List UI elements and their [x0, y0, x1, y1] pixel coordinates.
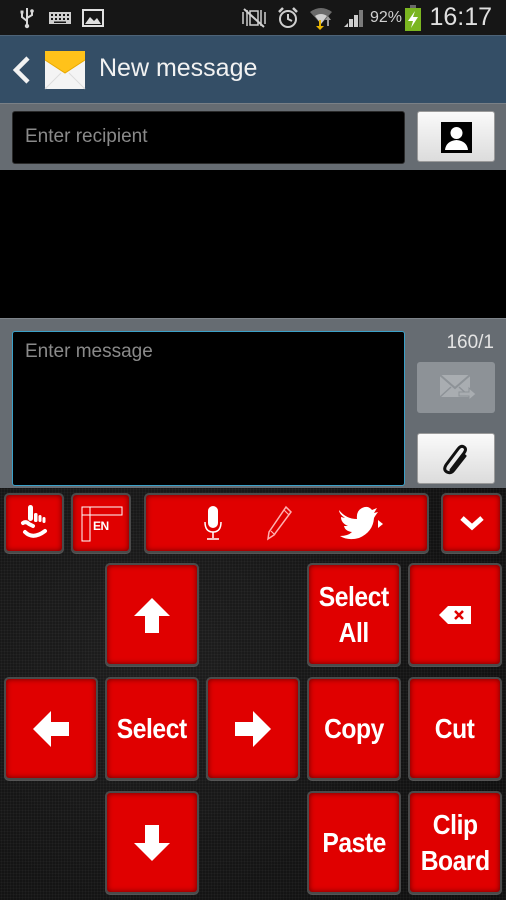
- select-all-label-line2: All: [338, 616, 370, 648]
- battery-charging-icon: [403, 0, 423, 35]
- wifi-icon: [308, 0, 334, 35]
- contact-picker-button[interactable]: [417, 111, 495, 162]
- select-key[interactable]: Select: [105, 677, 199, 780]
- copy-key[interactable]: Copy: [307, 677, 401, 780]
- arrow-left-icon: [33, 710, 69, 747]
- copy-key-label: Copy: [324, 712, 384, 744]
- keyboard-icon: [48, 0, 72, 35]
- tools-bar: [144, 493, 429, 553]
- arrow-up-key[interactable]: [105, 563, 199, 666]
- arrow-left-key[interactable]: [4, 677, 98, 780]
- clipboard-label-line2: Board: [420, 844, 490, 876]
- conversation-area: [0, 170, 506, 318]
- twitter-icon: [339, 506, 384, 540]
- twitter-key[interactable]: [336, 504, 384, 542]
- cut-key-label: Cut: [435, 712, 475, 744]
- select-all-label-line1: Select: [319, 580, 389, 612]
- gesture-key[interactable]: [4, 493, 64, 553]
- back-button[interactable]: [8, 52, 36, 88]
- svg-text:EN: EN: [93, 519, 109, 533]
- clipboard-key[interactable]: Clip Board: [408, 791, 502, 894]
- recipient-input[interactable]: Enter recipient: [12, 111, 405, 164]
- chevron-down-icon: [459, 516, 484, 531]
- gallery-icon: [81, 0, 105, 35]
- alarm-icon: [276, 0, 300, 35]
- send-message-icon: [439, 374, 477, 402]
- battery-percent: 92%: [370, 8, 403, 26]
- usb-icon: [16, 0, 38, 35]
- clock: 16:17: [429, 3, 492, 31]
- language-key[interactable]: EN: [71, 493, 131, 553]
- arrow-down-key[interactable]: [105, 791, 199, 894]
- message-input[interactable]: Enter message: [12, 331, 405, 486]
- microphone-icon: [204, 506, 222, 540]
- backspace-key[interactable]: [408, 563, 502, 666]
- select-key-label: Select: [117, 712, 187, 744]
- select-all-key[interactable]: Select All: [307, 563, 401, 666]
- hand-gesture-icon: [21, 505, 47, 538]
- backspace-icon: [439, 605, 471, 624]
- recipient-row: Enter recipient: [0, 103, 506, 170]
- paste-key-label: Paste: [322, 826, 386, 858]
- envelope-icon: [44, 49, 86, 91]
- attach-button[interactable]: [417, 433, 495, 484]
- status-bar: 92% 16:17: [0, 0, 506, 35]
- contact-icon: [441, 122, 472, 153]
- arrow-down-icon: [134, 824, 170, 861]
- signal-icon: [342, 0, 366, 35]
- mute-vibrate-icon: [240, 0, 268, 35]
- compose-row: Enter message 160/1: [0, 318, 506, 488]
- language-icon: EN: [81, 506, 123, 542]
- voice-input-key[interactable]: [203, 504, 223, 542]
- character-counter: 160/1: [446, 332, 494, 353]
- action-bar: New message: [0, 35, 506, 103]
- pencil-icon: [267, 505, 293, 541]
- chevron-left-icon: [12, 56, 30, 84]
- clipboard-label-line1: Clip: [432, 808, 478, 840]
- arrow-right-icon: [235, 710, 271, 747]
- cut-key[interactable]: Cut: [408, 677, 502, 780]
- keyboard: EN Select All Select Copy Cut Paste Clip…: [0, 488, 506, 900]
- arrow-right-key[interactable]: [206, 677, 300, 780]
- handwriting-key[interactable]: [264, 504, 294, 542]
- send-button[interactable]: [417, 362, 495, 413]
- paste-key[interactable]: Paste: [307, 791, 401, 894]
- page-title: New message: [99, 54, 258, 82]
- hide-keyboard-key[interactable]: [441, 493, 502, 553]
- paperclip-icon: [443, 444, 467, 475]
- arrow-up-icon: [134, 597, 170, 633]
